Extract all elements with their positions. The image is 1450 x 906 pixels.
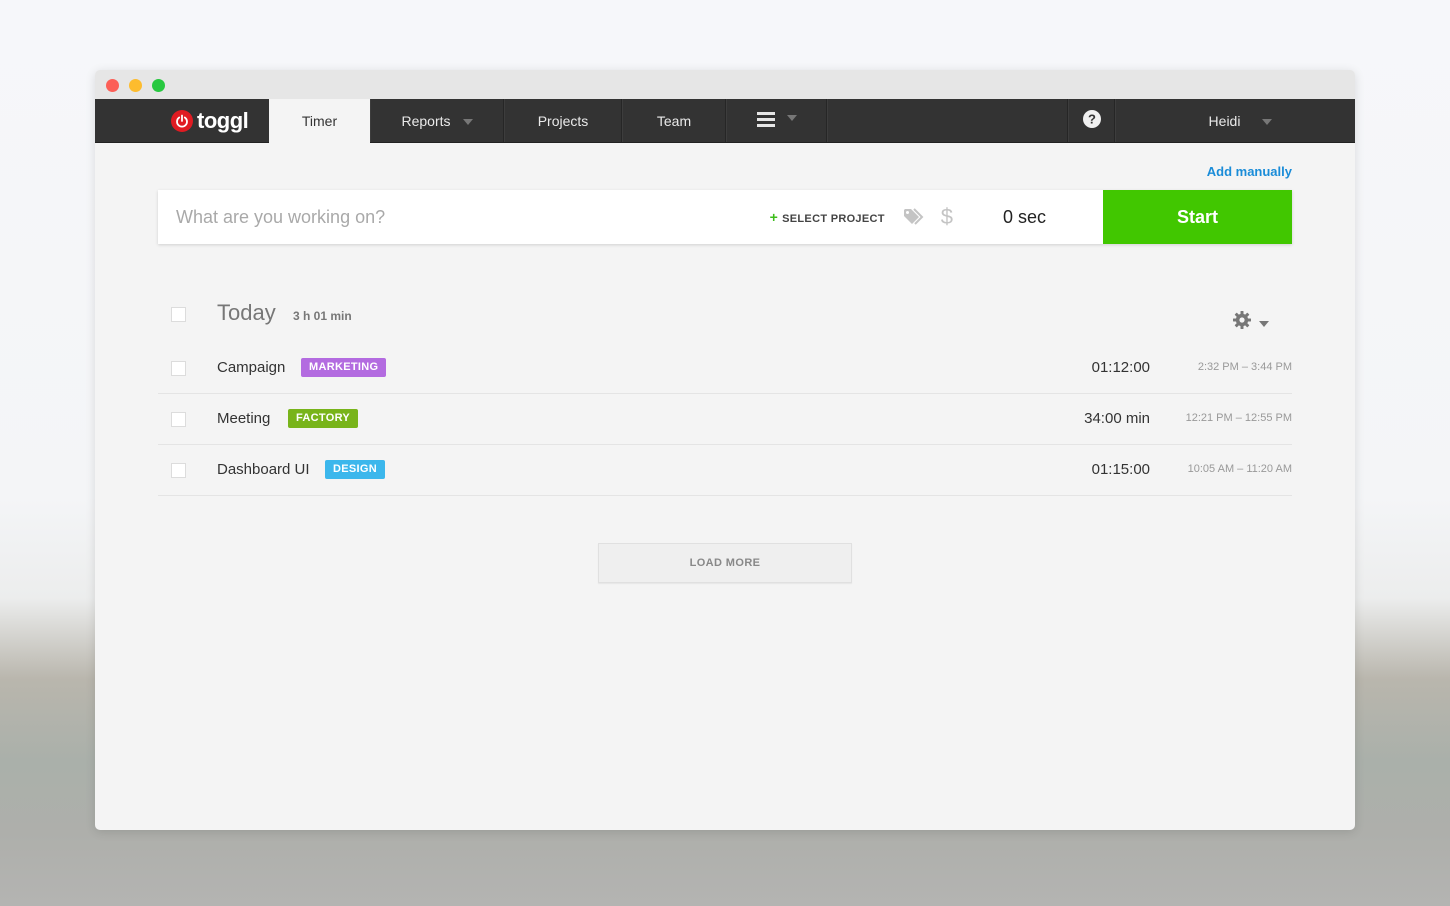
tab-label: Team xyxy=(656,112,692,129)
logo-text: toggl xyxy=(197,108,249,133)
chevron-down-icon xyxy=(462,118,473,125)
title-bar xyxy=(95,70,1355,99)
day-settings-button[interactable] xyxy=(1233,311,1269,334)
tab-label: Timer xyxy=(301,113,338,129)
minimize-window-button[interactable] xyxy=(129,79,142,92)
description-input[interactable] xyxy=(158,190,770,244)
tag-icon[interactable] xyxy=(903,208,927,226)
more-menu-button[interactable] xyxy=(726,99,827,142)
entry-time-range[interactable]: 2:32 PM – 3:44 PM xyxy=(1198,361,1292,373)
nav-spacer xyxy=(827,99,1068,142)
project-badge[interactable]: FACTORY xyxy=(288,409,359,428)
project-badge[interactable]: DESIGN xyxy=(325,460,385,479)
day-total: 3 h 01 min xyxy=(293,309,352,323)
entry-duration[interactable]: 01:12:00 xyxy=(1092,359,1150,376)
gear-icon xyxy=(1233,311,1251,334)
time-entry-row[interactable]: Meeting FACTORY 34:00 min 12:21 PM – 12:… xyxy=(158,394,1292,445)
power-icon xyxy=(171,110,193,132)
entry-time-range[interactable]: 12:21 PM – 12:55 PM xyxy=(1186,412,1292,424)
maximize-window-button[interactable] xyxy=(152,79,165,92)
tab-label: Reports xyxy=(401,112,451,129)
entry-checkbox[interactable] xyxy=(171,463,186,478)
time-entry-row[interactable]: Campaign MARKETING 01:12:00 2:32 PM – 3:… xyxy=(158,343,1292,394)
select-all-checkbox[interactable] xyxy=(171,307,186,322)
chevron-down-icon xyxy=(786,114,797,121)
timer-duration[interactable]: 0 sec xyxy=(1003,207,1103,228)
timer-page: Add manually +SELECT PROJECT $ 0 sec Sta… xyxy=(95,143,1355,830)
entry-duration[interactable]: 01:15:00 xyxy=(1092,461,1150,478)
tab-label: Projects xyxy=(537,112,589,129)
top-navbar: toggl Timer Reports Projects Team ? Heid… xyxy=(95,99,1355,143)
start-button[interactable]: Start xyxy=(1103,190,1292,244)
user-name: Heidi xyxy=(1208,112,1241,129)
entry-time-range[interactable]: 10:05 AM – 11:20 AM xyxy=(1188,463,1292,475)
close-window-button[interactable] xyxy=(106,79,119,92)
chevron-down-icon xyxy=(1259,320,1269,327)
project-badge[interactable]: MARKETING xyxy=(301,358,387,377)
entry-duration[interactable]: 34:00 min xyxy=(1084,410,1150,427)
select-project-button[interactable]: + SELECT PROJECT xyxy=(770,209,885,225)
select-project-label: SELECT PROJECT xyxy=(782,213,885,225)
entry-checkbox[interactable] xyxy=(171,361,186,376)
svg-text:?: ? xyxy=(1088,112,1096,127)
hamburger-icon xyxy=(756,111,775,130)
app-window: toggl Timer Reports Projects Team ? Heid… xyxy=(95,70,1355,830)
entry-checkbox[interactable] xyxy=(171,412,186,427)
day-title: Today xyxy=(217,300,276,325)
plus-icon: + xyxy=(769,209,779,225)
entry-description[interactable]: Dashboard UI xyxy=(217,461,310,478)
add-manually-link[interactable]: Add manually xyxy=(1207,164,1292,179)
time-entry-row[interactable]: Dashboard UI DESIGN 01:15:00 10:05 AM – … xyxy=(158,445,1292,496)
help-button[interactable]: ? xyxy=(1068,99,1115,142)
user-menu[interactable]: Heidi xyxy=(1115,99,1355,142)
timer-bar: +SELECT PROJECT $ 0 sec Start xyxy=(158,190,1292,244)
tab-team[interactable]: Team xyxy=(622,99,726,142)
toggl-logo[interactable]: toggl xyxy=(171,108,249,134)
chevron-down-icon xyxy=(1262,118,1273,125)
load-more-button[interactable]: LOAD MORE xyxy=(598,543,852,583)
entry-description[interactable]: Campaign xyxy=(217,359,285,376)
tab-projects[interactable]: Projects xyxy=(504,99,622,142)
tab-reports[interactable]: Reports xyxy=(370,99,504,142)
entry-description[interactable]: Meeting xyxy=(217,410,270,427)
billable-dollar-icon[interactable]: $ xyxy=(941,204,953,230)
question-circle-icon: ? xyxy=(1082,110,1101,131)
tab-timer[interactable]: Timer xyxy=(269,99,370,143)
